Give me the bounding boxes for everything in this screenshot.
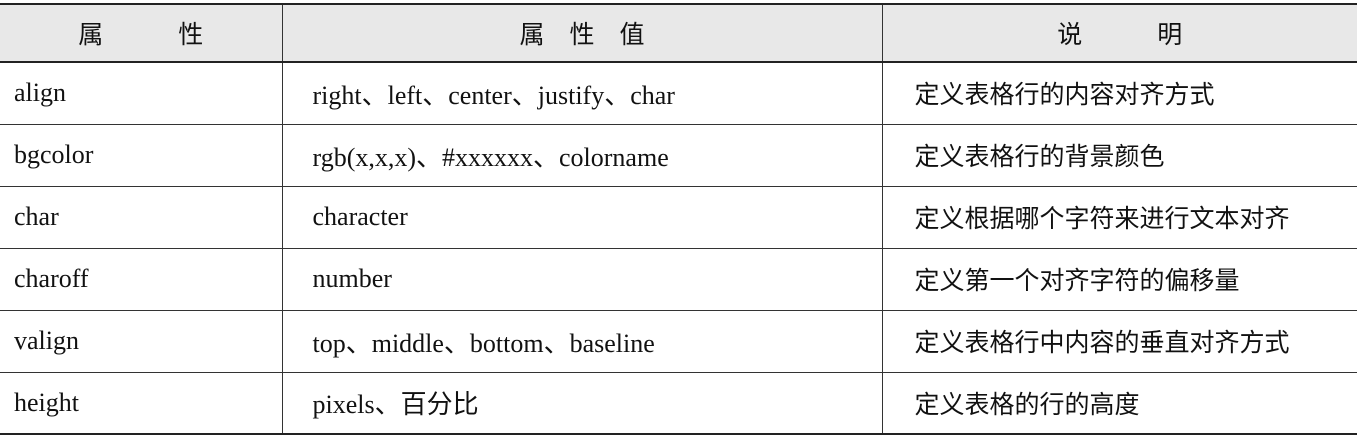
table-row: charoff number 定义第一个对齐字符的偏移量 — [0, 248, 1357, 311]
cell-attribute: bgcolor — [0, 124, 283, 187]
cell-value: pixels、百分比 — [282, 372, 883, 435]
cell-attribute: height — [0, 372, 283, 435]
header-attribute-value: 属 性 值 — [282, 3, 883, 63]
attribute-table: 属 性 属 性 值 说 明 align right、left、center、ju… — [0, 3, 1357, 435]
table-row: valign top、middle、bottom、baseline 定义表格行中… — [0, 310, 1357, 373]
table-row: align right、left、center、justify、char 定义表… — [0, 62, 1357, 125]
table-header-row: 属 性 属 性 值 说 明 — [0, 3, 1357, 63]
table-row: char character 定义根据哪个字符来进行文本对齐 — [0, 186, 1357, 249]
attribute-table-container: 属 性 属 性 值 说 明 align right、left、center、ju… — [0, 0, 1357, 437]
cell-description: 定义表格行的背景颜色 — [882, 124, 1357, 187]
table-row: height pixels、百分比 定义表格的行的高度 — [0, 372, 1357, 435]
cell-attribute: align — [0, 62, 283, 125]
cell-attribute: valign — [0, 310, 283, 373]
cell-description: 定义根据哪个字符来进行文本对齐 — [882, 186, 1357, 249]
cell-description: 定义表格的行的高度 — [882, 372, 1357, 435]
header-description: 说 明 — [882, 3, 1357, 63]
table-row: bgcolor rgb(x,x,x)、#xxxxxx、colorname 定义表… — [0, 124, 1357, 187]
cell-attribute: charoff — [0, 248, 283, 311]
cell-attribute: char — [0, 186, 283, 249]
cell-description: 定义表格行的内容对齐方式 — [882, 62, 1357, 125]
cell-description: 定义表格行中内容的垂直对齐方式 — [882, 310, 1357, 373]
cell-value: top、middle、bottom、baseline — [282, 310, 883, 373]
cell-value: character — [282, 186, 883, 249]
cell-value: rgb(x,x,x)、#xxxxxx、colorname — [282, 124, 883, 187]
cell-description: 定义第一个对齐字符的偏移量 — [882, 248, 1357, 311]
cell-value: number — [282, 248, 883, 311]
cell-value: right、left、center、justify、char — [282, 62, 883, 125]
header-attribute: 属 性 — [0, 3, 283, 63]
